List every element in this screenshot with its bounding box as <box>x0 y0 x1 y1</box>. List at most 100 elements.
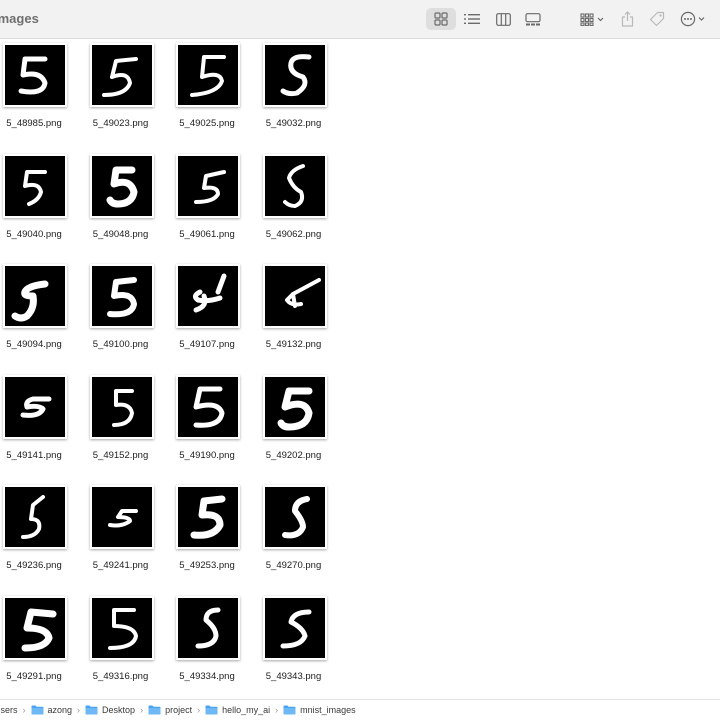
column-view-button[interactable] <box>491 8 515 30</box>
file-thumbnail[interactable] <box>176 485 240 549</box>
file-name[interactable]: 5_49062.png <box>251 229 337 240</box>
digit-image <box>178 376 238 437</box>
file-item[interactable]: 5_49190.png <box>164 372 250 472</box>
file-item[interactable]: 5_49025.png <box>164 40 250 140</box>
file-name[interactable]: 5_49291.png <box>0 671 77 682</box>
file-thumbnail[interactable] <box>262 153 327 218</box>
file-name[interactable]: 5_49100.png <box>78 339 164 350</box>
file-item[interactable]: 5_49094.png <box>0 261 77 361</box>
file-name[interactable]: 5_49236.png <box>0 560 77 571</box>
file-name[interactable]: 5_49048.png <box>78 229 164 240</box>
file-thumbnail[interactable] <box>262 485 327 549</box>
file-thumbnail[interactable] <box>176 374 240 439</box>
file-item[interactable]: 5_49152.png <box>78 372 164 472</box>
file-item[interactable]: 5_49343.png <box>251 593 337 693</box>
file-thumbnail[interactable] <box>3 485 67 549</box>
file-name[interactable]: 5_49316.png <box>78 671 164 682</box>
file-thumbnail[interactable] <box>3 374 67 439</box>
file-item[interactable]: 5_49132.png <box>251 261 337 361</box>
file-item[interactable]: 5_49291.png <box>0 593 77 693</box>
file-item[interactable]: 5_48985.png <box>0 40 77 140</box>
file-item[interactable]: 5_49061.png <box>164 151 250 251</box>
file-item[interactable]: 5_49202.png <box>251 372 337 472</box>
folder-icon <box>148 705 161 715</box>
file-name[interactable]: 5_49025.png <box>164 118 250 129</box>
file-thumbnail[interactable] <box>3 264 67 328</box>
digit-image <box>5 597 65 658</box>
file-thumbnail[interactable] <box>89 374 154 439</box>
ellipsis-icon <box>680 11 705 27</box>
file-thumbnail[interactable] <box>89 595 154 660</box>
file-name[interactable]: 5_49107.png <box>164 339 250 350</box>
path-crumb[interactable]: mnist_images <box>283 705 356 715</box>
digit-image <box>91 376 152 437</box>
file-thumbnail[interactable] <box>262 374 327 439</box>
file-name[interactable]: 5_49190.png <box>164 450 250 461</box>
tag-button[interactable] <box>646 8 668 30</box>
file-item[interactable]: 5_49141.png <box>0 372 77 472</box>
path-crumb[interactable]: hello_my_ai <box>205 705 270 715</box>
file-item[interactable]: 5_49253.png <box>164 482 250 582</box>
file-thumbnail[interactable] <box>89 264 154 328</box>
file-item[interactable]: 5_49023.png <box>78 40 164 140</box>
file-name[interactable]: 5_49032.png <box>251 118 337 129</box>
file-thumbnail[interactable] <box>176 43 240 107</box>
file-name[interactable]: 5_49040.png <box>0 229 77 240</box>
file-item[interactable]: 5_49032.png <box>251 40 337 140</box>
file-name[interactable]: 5_49270.png <box>251 560 337 571</box>
file-name[interactable]: 5_49202.png <box>251 450 337 461</box>
file-name[interactable]: 5_49061.png <box>164 229 250 240</box>
file-thumbnail[interactable] <box>3 595 67 660</box>
file-thumbnail[interactable] <box>176 153 240 218</box>
file-item[interactable]: 5_49107.png <box>164 261 250 361</box>
file-name[interactable]: 5_49253.png <box>164 560 250 571</box>
file-item[interactable]: 5_49270.png <box>251 482 337 582</box>
window-title: images <box>0 11 39 26</box>
file-name[interactable]: 5_49241.png <box>78 560 164 571</box>
file-name[interactable]: 5_49152.png <box>78 450 164 461</box>
file-item[interactable]: 5_49241.png <box>78 482 164 582</box>
file-name[interactable]: 5_49141.png <box>0 450 77 461</box>
file-item[interactable]: 5_49040.png <box>0 151 77 251</box>
file-item[interactable]: 5_49062.png <box>251 151 337 251</box>
file-thumbnail[interactable] <box>262 264 327 328</box>
file-item[interactable]: 5_49048.png <box>78 151 164 251</box>
digit-image <box>178 597 238 658</box>
file-name[interactable]: 5_49132.png <box>251 339 337 350</box>
digit-image <box>91 487 152 547</box>
icon-view-button[interactable] <box>426 8 456 30</box>
share-button[interactable] <box>617 8 637 30</box>
columns-icon <box>495 12 511 26</box>
file-thumbnail[interactable] <box>262 595 327 660</box>
file-thumbnail[interactable] <box>3 153 67 218</box>
path-crumb[interactable]: azong <box>31 705 72 715</box>
folder-icon <box>31 705 44 715</box>
file-name[interactable]: 5_49094.png <box>0 339 77 350</box>
file-thumbnail[interactable] <box>89 485 154 549</box>
file-thumbnail[interactable] <box>89 153 154 218</box>
gallery-view-button[interactable] <box>521 8 545 30</box>
path-crumb[interactable]: project <box>148 705 192 715</box>
file-item[interactable]: 5_49316.png <box>78 593 164 693</box>
file-thumbnail[interactable] <box>262 43 327 107</box>
file-name[interactable]: 5_49023.png <box>78 118 164 129</box>
file-thumbnail[interactable] <box>176 595 240 660</box>
file-thumbnail[interactable] <box>3 43 67 107</box>
more-button[interactable] <box>678 8 708 30</box>
file-name[interactable]: 5_48985.png <box>0 118 77 129</box>
file-item[interactable]: 5_49100.png <box>78 261 164 361</box>
path-crumb[interactable]: Users <box>0 705 18 715</box>
file-item[interactable]: 5_49236.png <box>0 482 77 582</box>
group-button[interactable] <box>576 8 608 30</box>
digit-image <box>264 155 325 216</box>
file-thumbnail[interactable] <box>176 264 240 328</box>
file-thumbnail[interactable] <box>89 43 154 107</box>
file-name[interactable]: 5_49334.png <box>164 671 250 682</box>
chevron-right-icon: › <box>22 705 26 715</box>
file-name[interactable]: 5_49343.png <box>251 671 337 682</box>
path-crumb[interactable]: Desktop <box>85 705 135 715</box>
list-icon <box>464 14 480 24</box>
file-item[interactable]: 5_49334.png <box>164 593 250 693</box>
digit-image <box>91 155 152 216</box>
list-view-button[interactable] <box>460 8 484 30</box>
